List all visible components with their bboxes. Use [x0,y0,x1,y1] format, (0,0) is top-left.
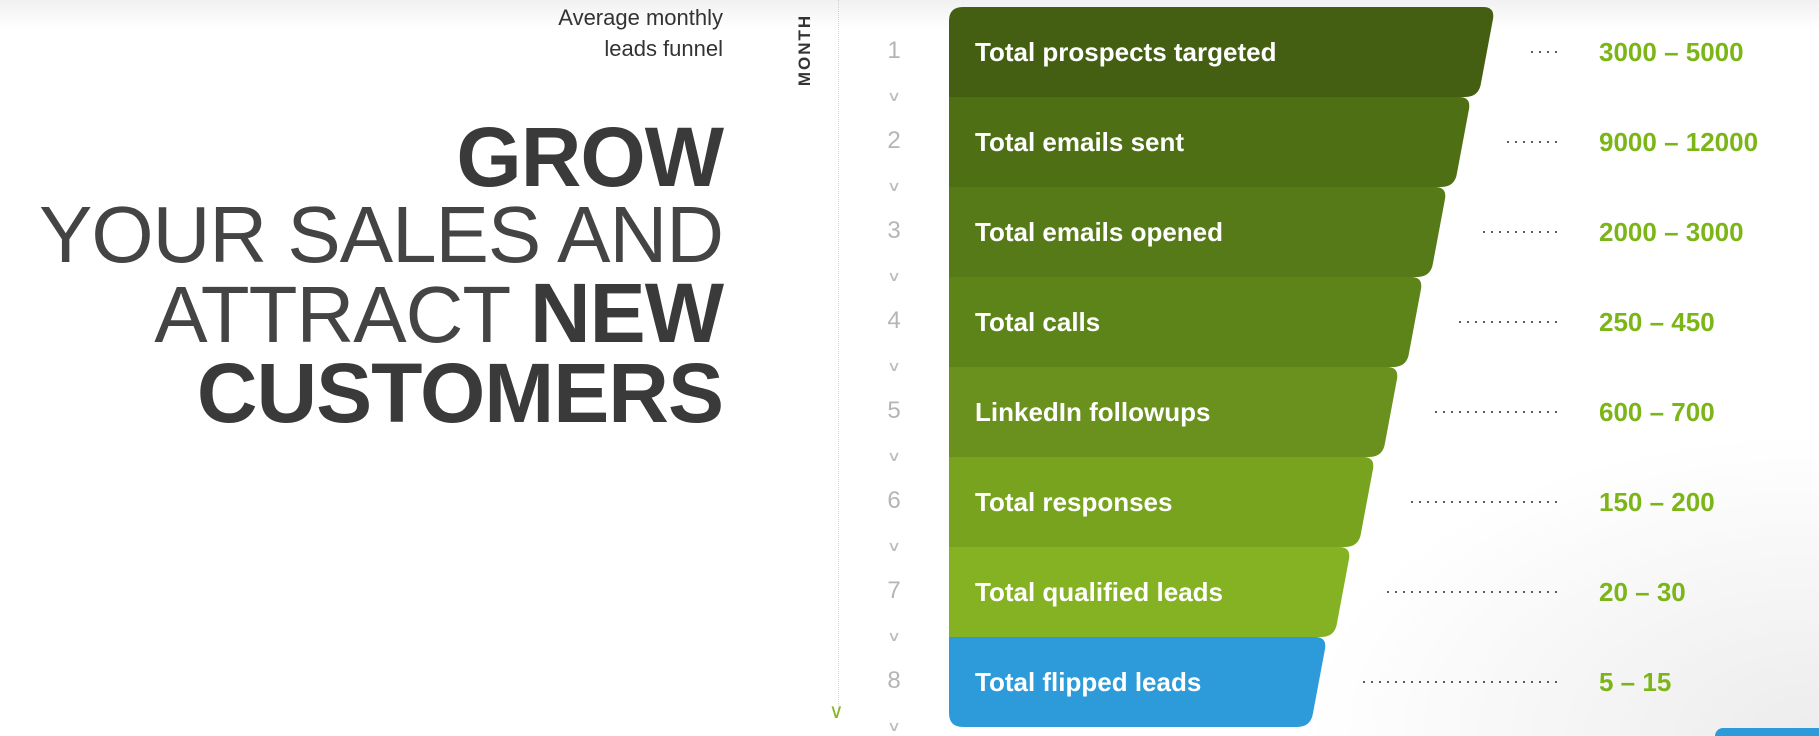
chevron-down-icon: ∨ [886,538,902,554]
timeline-line [838,0,839,712]
chevron-down-icon: ∨ [886,268,902,284]
funnel-row-label: Total qualified leads [975,577,1224,607]
funnel-row-label: Total prospects targeted [975,37,1277,67]
funnel-row-4: Total calls [949,277,1423,367]
funnel-row-value: 3000 – 5000 [1599,37,1744,67]
funnel-row-label: Total calls [975,307,1101,337]
dotted-leader [1432,411,1560,413]
month-number: 4 [887,307,901,334]
dotted-leader [1360,681,1560,683]
funnel-row-5: LinkedIn followups [949,367,1399,457]
funnel-row-value: 20 – 30 [1599,577,1686,607]
dotted-leader [1456,321,1560,323]
timeline-arrow-icon: ∨ [829,701,844,723]
chevron-down-icon: ∨ [886,178,902,194]
top-fade [0,0,1819,30]
headline: GROW YOUR SALES AND ATTRACT NEW CUSTOMER… [38,110,724,440]
month-number: 6 [887,487,901,514]
month-number: 5 [887,397,901,424]
headline-line-1: GROW [456,110,724,204]
funnel-row-6: Total responses [949,457,1375,547]
chevron-down-icon: ∨ [886,628,902,644]
headline-line-4: CUSTOMERS [196,346,724,440]
headline-line-2: YOUR SALES AND [38,190,724,279]
funnel-row-label: Total responses [975,487,1173,517]
funnel-row-label: LinkedIn followups [975,397,1211,427]
month-number: 7 [887,577,901,604]
funnel-row-value: 9000 – 12000 [1599,127,1759,157]
funnel-row-value: 600 – 700 [1599,397,1715,427]
background-blob [1300,430,1819,736]
dotted-leader [1504,141,1560,143]
funnel-row-value: 150 – 200 [1599,487,1715,517]
dotted-leader [1384,591,1560,593]
chevron-down-icon: ∨ [886,718,902,734]
funnel-row-value: 5 – 15 [1599,667,1672,697]
chevron-down-icon: ∨ [886,88,902,104]
funnel-row-3: Total emails opened [949,187,1447,277]
dotted-leader [1480,231,1560,233]
month-number: 2 [887,127,901,154]
subtitle-line-1: Average monthly [558,5,723,30]
funnel-row-1: Total prospects targeted [949,7,1495,97]
month-number: 1 [887,37,901,64]
headline-line-3: ATTRACT NEW [39,271,724,355]
funnel-row-8: Total flipped leads [949,637,1327,727]
month-axis-label: MONTH [795,13,814,87]
subtitle-line-2: leads funnel [604,36,723,61]
funnel-row-2: Total emails sent [949,97,1471,187]
funnel-row-value: 250 – 450 [1599,307,1715,337]
chevron-down-icon: ∨ [886,448,902,464]
dotted-leader [1528,51,1560,53]
month-number: 8 [887,667,901,694]
funnel-subtitle: Average monthly leads funnel [558,2,723,64]
blue-button-edge[interactable] [1715,728,1819,736]
funnel-row-label: Total emails opened [975,217,1224,247]
funnel-row-label: Total emails sent [975,127,1185,157]
funnel-row-value: 2000 – 3000 [1599,217,1744,247]
month-number: 3 [887,217,901,244]
funnel-row-7: Total qualified leads [949,547,1351,637]
funnel-row-label: Total flipped leads [975,667,1202,697]
dotted-leader [1408,501,1560,503]
chevron-down-icon: ∨ [886,358,902,374]
